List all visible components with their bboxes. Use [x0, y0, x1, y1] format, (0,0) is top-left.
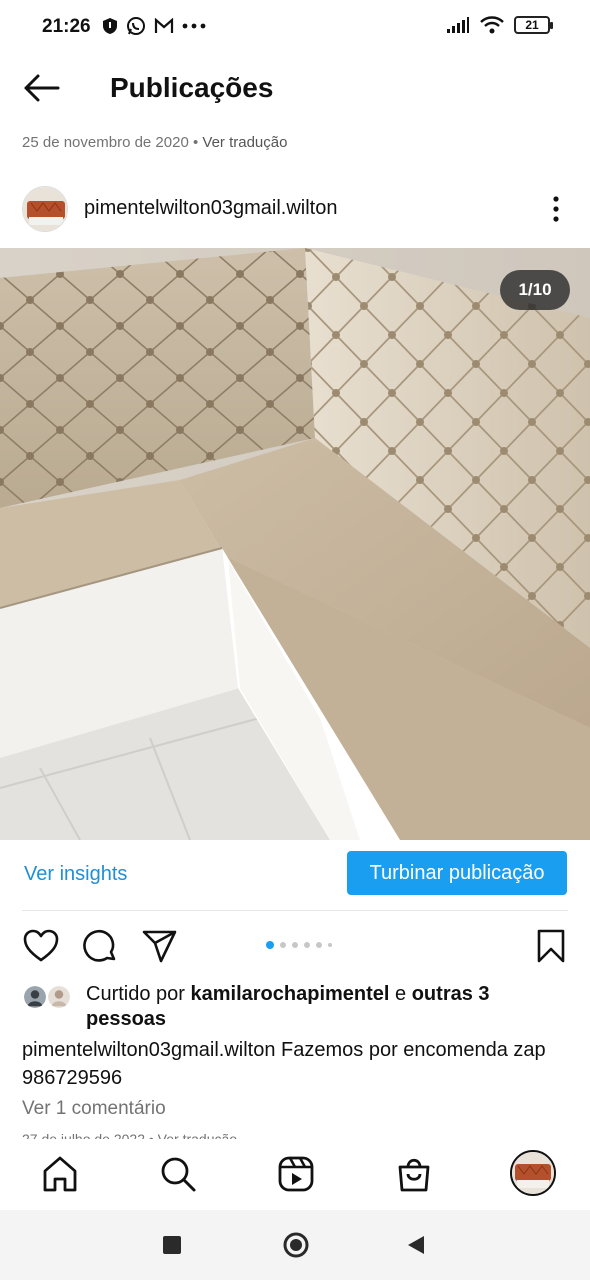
vertical-dots-icon [553, 196, 559, 222]
reels-icon [278, 1156, 314, 1192]
carousel-dot [304, 942, 310, 948]
likes-text[interactable]: Curtido por kamilarochapimentel e outras… [86, 982, 566, 1032]
profile-avatar [512, 1152, 554, 1194]
carousel-counter: 1/10 [500, 270, 570, 310]
post-date: 25 de novembro de 2020 [22, 134, 189, 151]
view-insights-link[interactable]: Ver insights [24, 863, 127, 886]
nav-reels[interactable] [276, 1154, 316, 1194]
whatsapp-icon [127, 17, 145, 35]
battery-level: 21 [525, 18, 539, 32]
circle-icon [283, 1232, 309, 1258]
caption-username[interactable]: pimentelwilton03gmail.wilton [22, 1039, 275, 1061]
heart-icon [23, 929, 59, 962]
system-icons: 21 [446, 15, 553, 35]
shop-icon [398, 1158, 430, 1192]
insights-row: Ver insights Turbinar publicação [0, 850, 590, 900]
carousel-indicator [266, 941, 332, 949]
share-icon [142, 930, 177, 963]
carousel-dot [292, 942, 298, 948]
more-dots-icon [182, 23, 206, 29]
status-bar: 21:26 21 [0, 0, 590, 56]
comment-button[interactable] [81, 927, 119, 965]
home-icon [43, 1156, 77, 1192]
nav-search[interactable] [158, 1154, 198, 1194]
page-title: Publicações [110, 72, 274, 103]
more-options-button[interactable] [544, 194, 568, 224]
share-button[interactable] [141, 927, 179, 965]
likes-prefix: Curtido por [86, 983, 191, 1005]
back-button[interactable] [22, 72, 62, 104]
home-button[interactable] [282, 1231, 310, 1264]
author-avatar[interactable] [22, 186, 68, 232]
notification-icons [102, 16, 206, 36]
wifi-icon [480, 16, 504, 34]
date-separator: • [192, 134, 199, 151]
nav-shop[interactable] [394, 1154, 434, 1194]
arrow-left-icon [24, 74, 60, 102]
system-navigation [0, 1210, 590, 1280]
save-button[interactable] [532, 927, 570, 965]
battery-icon: 21 [514, 16, 553, 34]
recents-button[interactable] [163, 1236, 181, 1259]
liker-avatar [46, 984, 72, 1010]
boost-post-button[interactable]: Turbinar publicação [347, 851, 567, 895]
translate-link[interactable]: Ver tradução [202, 134, 287, 151]
post-photo[interactable]: 1/10 [0, 248, 590, 840]
carousel-dot [316, 942, 322, 948]
view-comments-link[interactable]: Ver 1 comentário [22, 1098, 166, 1120]
divider [22, 910, 568, 911]
triangle-back-icon [408, 1236, 424, 1254]
likes-middle: e [389, 983, 412, 1005]
signal-icon [447, 17, 469, 33]
comment-icon [83, 929, 116, 962]
bookmark-icon [537, 929, 565, 963]
tufted-sofa-image [0, 248, 590, 840]
header: Publicações [0, 62, 590, 114]
post-date-line: 25 de novembro de 2020 • Ver tradução [22, 134, 287, 151]
like-button[interactable] [22, 927, 60, 965]
liker-avatar [22, 984, 48, 1010]
post-author-row: pimentelwilton03gmail.wilton [0, 186, 590, 234]
nav-home[interactable] [40, 1154, 80, 1194]
carousel-dot [328, 943, 332, 947]
search-icon [161, 1157, 196, 1192]
sofa-thumbnail [23, 187, 67, 231]
next-post-date-cutoff: 27 de julho de 2022 • Ver tradução [22, 1131, 238, 1139]
post-actions [0, 925, 590, 969]
carousel-dot [266, 941, 274, 949]
liker-avatars [22, 984, 78, 1012]
shield-icon [103, 18, 117, 34]
gmail-icon [154, 18, 174, 33]
square-icon [163, 1236, 181, 1254]
author-username[interactable]: pimentelwilton03gmail.wilton [84, 197, 337, 220]
back-system-button[interactable] [406, 1235, 426, 1260]
carousel-dot [280, 942, 286, 948]
status-time: 21:26 [42, 16, 91, 37]
liker-username[interactable]: kamilarochapimentel [191, 983, 390, 1005]
nav-profile-avatar[interactable] [510, 1150, 556, 1196]
bottom-navigation [0, 1140, 590, 1208]
post-caption: pimentelwilton03gmail.wilton Fazemos por… [22, 1036, 578, 1092]
